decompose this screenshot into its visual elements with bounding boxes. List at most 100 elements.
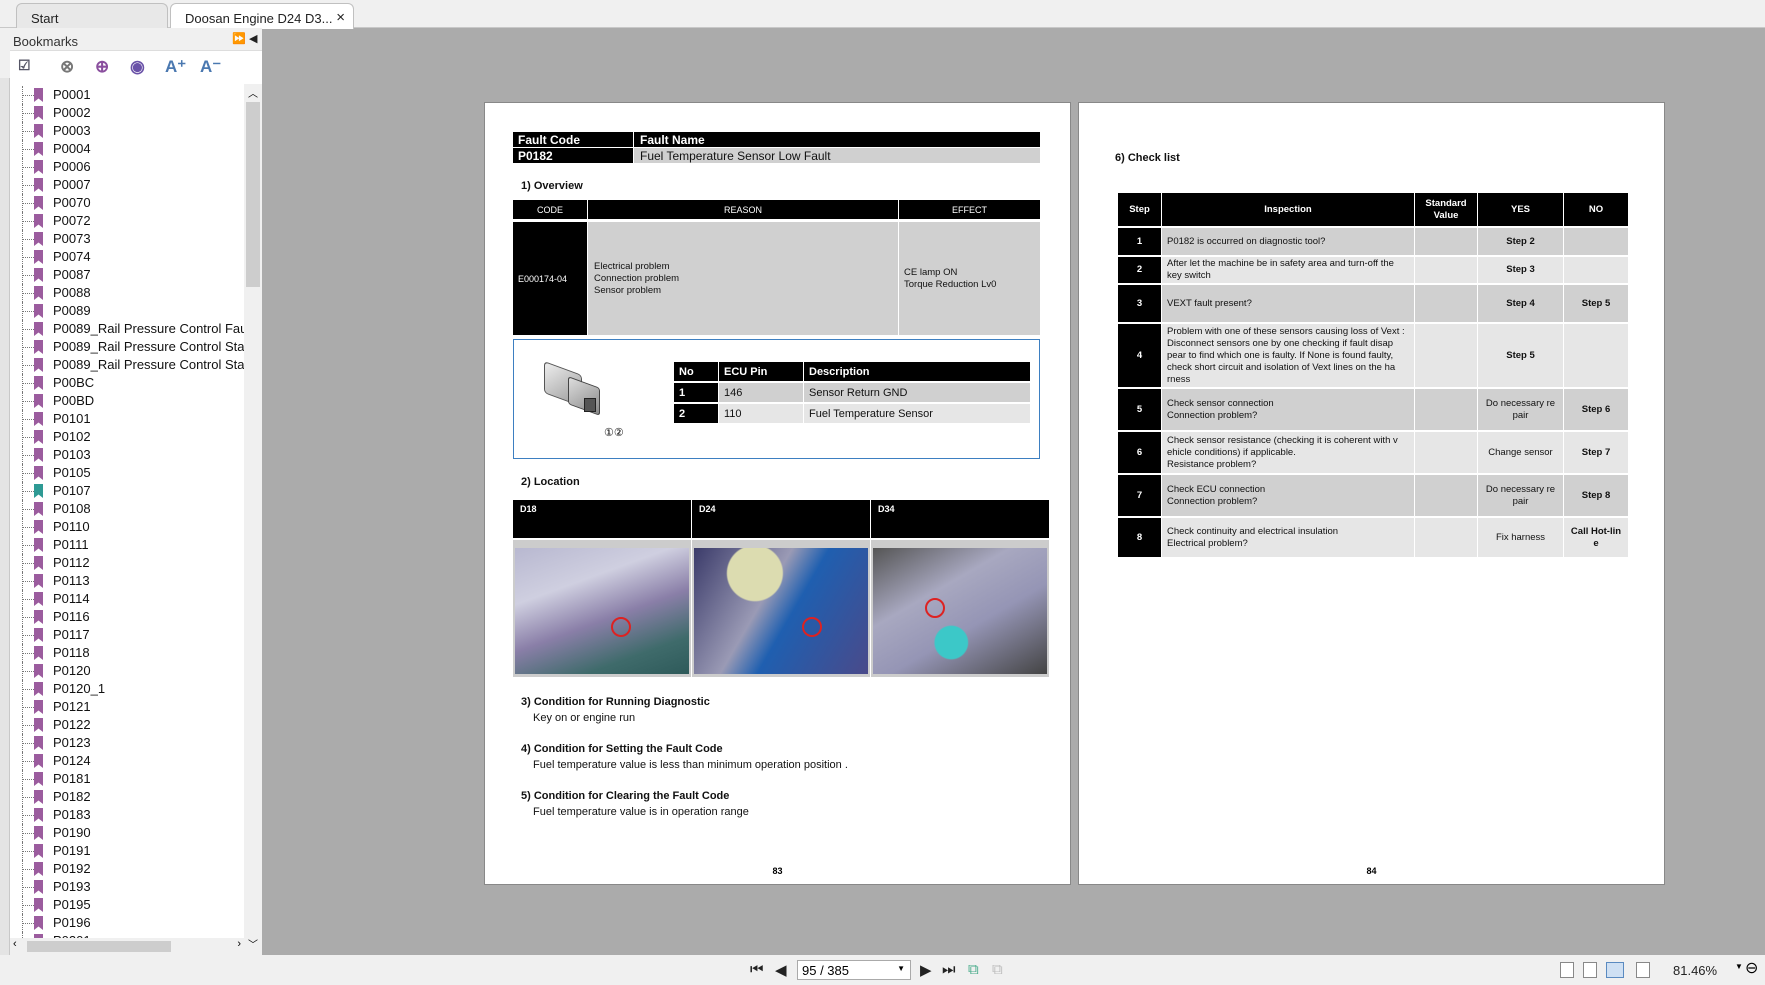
bookmark-icon [34,232,43,246]
zoom-dropdown-icon[interactable]: ▼ [1735,962,1743,971]
page-number-input[interactable]: 95 / 385 ▼ [797,960,911,980]
page-83: Fault Code Fault Name P0182 Fuel Tempera… [484,102,1071,885]
bookmark-item[interactable]: P0195 [10,896,244,914]
collapse-panel-icon[interactable]: ◀ [249,32,257,45]
bookmark-item[interactable]: P0004 [10,140,244,158]
bookmark-item[interactable]: P0107 [10,482,244,500]
bookmark-item[interactable]: P0088 [10,284,244,302]
bookmark-item[interactable]: P0124 [10,752,244,770]
close-icon[interactable]: × [336,9,345,26]
bookmark-item[interactable]: P0118 [10,644,244,662]
bookmark-item[interactable]: P0121 [10,698,244,716]
bookmark-icon [34,178,43,192]
check-inspection: VEXT fault present? [1162,285,1414,322]
check-std [1415,389,1477,430]
bookmark-item[interactable]: P0002 [10,104,244,122]
last-page-icon[interactable]: ⏭ [942,961,956,978]
bookmark-icon [34,214,43,228]
bookmark-item[interactable]: P0182 [10,788,244,806]
bookmark-icon [34,574,43,588]
goto-bookmark-icon[interactable]: ◉ [130,57,145,77]
bookmark-item[interactable]: P0193 [10,878,244,896]
bookmark-item[interactable]: P0070 [10,194,244,212]
bookmark-item[interactable]: P0003 [10,122,244,140]
tab-start[interactable]: Start [16,3,168,28]
bookmark-item[interactable]: P00BC [10,374,244,392]
bookmark-item[interactable]: P0191 [10,842,244,860]
overview-effects: CE lamp ON Torque Reduction Lv0 [899,222,1040,335]
bookmark-item[interactable]: P00BD [10,392,244,410]
continuous-view-icon[interactable] [1583,962,1597,978]
font-increase-icon[interactable]: A⁺ [165,57,186,77]
bookmark-item[interactable]: P0073 [10,230,244,248]
check-header: Step [1118,193,1161,226]
next-view-icon[interactable]: ⧉ [992,961,1003,978]
tab-document[interactable]: Doosan Engine D24 D3... × [170,3,354,29]
next-page-icon[interactable]: ▶ [920,961,932,979]
single-page-view-icon[interactable] [1560,962,1574,978]
bookmark-icon [34,484,43,498]
bookmark-item[interactable]: P0192 [10,860,244,878]
prev-view-icon[interactable]: ⧉ [968,961,979,978]
bookmark-label: P0001 [53,87,91,102]
fault-code-value: P0182 [513,148,633,163]
bookmark-item[interactable]: P0108 [10,500,244,518]
check-inspection: Check sensor resistance (checking it is … [1162,432,1414,473]
bookmark-item[interactable]: P0102 [10,428,244,446]
bookmark-item[interactable]: P0103 [10,446,244,464]
bookmark-label: P0190 [53,825,91,840]
expand-panel-icon[interactable]: ⏩ [232,32,246,45]
delete-bookmark-icon[interactable]: ⊗ [60,57,74,77]
bookmark-item[interactable]: P0001 [10,86,244,104]
bookmark-label: P0089_Rail Pressure Control Stabilit [53,339,244,354]
bookmark-item[interactable]: P0117 [10,626,244,644]
bookmark-item[interactable]: P0196 [10,914,244,932]
bookmark-item[interactable]: P0087 [10,266,244,284]
bookmark-icon [34,826,43,840]
zoom-level[interactable]: 81.46% [1673,963,1717,978]
location-title: 2) Location [521,476,580,488]
fault-name-header: Fault Name [634,132,1040,147]
bookmark-item[interactable]: P0006 [10,158,244,176]
bookmark-item[interactable]: P0183 [10,806,244,824]
two-page-continuous-view-icon[interactable] [1636,962,1650,978]
bookmark-item[interactable]: P0120_1 [10,680,244,698]
bookmark-icon [34,538,43,552]
horizontal-scrollbar[interactable]: ‹ › [10,938,244,955]
bookmark-item[interactable]: P0123 [10,734,244,752]
bookmark-item[interactable]: P0089_Rail Pressure Control Fault(F [10,320,244,338]
bookmark-item[interactable]: P0116 [10,608,244,626]
add-bookmark-icon[interactable]: ⊕ [95,57,109,77]
bookmark-item[interactable]: P0007 [10,176,244,194]
bookmark-label: P0074 [53,249,91,264]
bookmark-item[interactable]: P0089_Rail Pressure Control Stabilit [10,356,244,374]
dropdown-icon[interactable]: ▼ [897,964,905,973]
bookmark-item[interactable]: P0101 [10,410,244,428]
bookmark-item[interactable]: P0072 [10,212,244,230]
bookmark-item[interactable]: P0114 [10,590,244,608]
check-no: Step 5 [1564,285,1628,322]
bookmark-item[interactable]: P0089 [10,302,244,320]
vertical-scrollbar[interactable]: ︿ ﹀ [244,84,262,952]
bookmark-item[interactable]: P0113 [10,572,244,590]
bookmark-item[interactable]: P0111 [10,536,244,554]
two-page-view-icon[interactable] [1606,962,1624,978]
bookmark-item[interactable]: P0122 [10,716,244,734]
bookmark-item[interactable]: P0074 [10,248,244,266]
font-decrease-icon[interactable]: A⁻ [200,57,221,77]
bookmark-item[interactable]: P0190 [10,824,244,842]
check-header: NO [1564,193,1628,226]
bookmark-item[interactable]: P0120 [10,662,244,680]
first-page-icon[interactable]: ⏮ [750,961,764,978]
pin-ecu: 146 [719,383,803,402]
bookmark-label: P0107 [53,483,91,498]
bookmark-item[interactable]: P0105 [10,464,244,482]
prev-page-icon[interactable]: ◀ [775,961,787,979]
bookmark-item[interactable]: P0181 [10,770,244,788]
zoom-out-icon[interactable]: ⊖ [1745,958,1758,978]
bookmark-item[interactable]: P0112 [10,554,244,572]
bookmark-item[interactable]: P0089_Rail Pressure Control Stabilit [10,338,244,356]
checklist-icon[interactable]: ☑ [18,57,31,74]
bookmark-label: P0007 [53,177,91,192]
bookmark-item[interactable]: P0110 [10,518,244,536]
